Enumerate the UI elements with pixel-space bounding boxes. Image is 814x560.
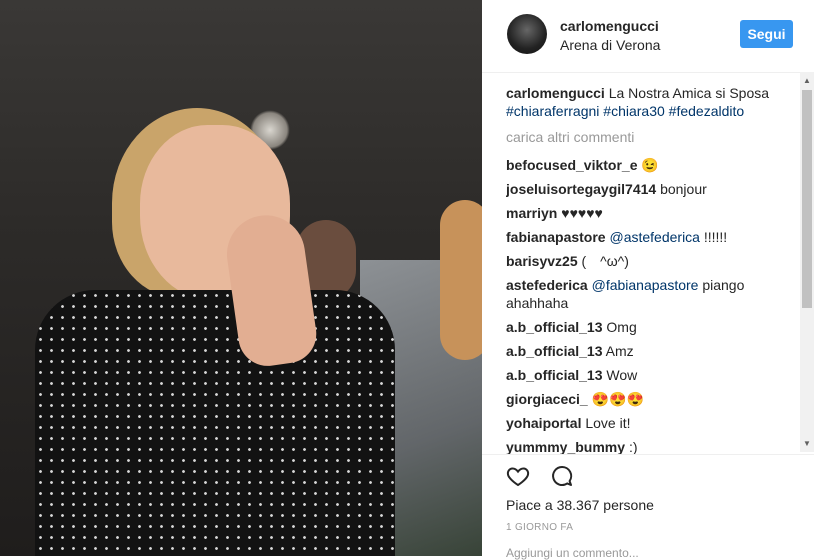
comment-row: a.b_official_13 Wow [506,366,796,384]
comment-username[interactable]: a.b_official_13 [506,319,603,335]
caption-username[interactable]: carlomengucci [506,85,605,101]
comment-row: fabianapastore @astefederica !!!!!! [506,228,796,246]
scrollbar-thumb[interactable] [802,90,812,308]
comment-row: marriyn ♥♥♥♥♥ [506,204,796,222]
comment-username[interactable]: fabianapastore [506,229,606,245]
avatar[interactable] [507,14,547,54]
hashtag[interactable]: #fedezaldito [669,103,745,119]
hashtag[interactable]: #chiaraferragni [506,103,599,119]
comment-text: 😉 [641,157,659,173]
comment-row: befocused_viktor_e 😉 [506,156,796,174]
likes-count[interactable]: Piace a 38.367 persone [506,497,654,513]
comment-text: bonjour [660,181,707,197]
scroll-down-arrow-icon[interactable]: ▼ [800,436,814,450]
comment-row: a.b_official_13 Amz [506,342,796,360]
comment-row: yohaiportal Love it! [506,414,796,432]
comment-username[interactable]: yummmy_bummy [506,439,625,455]
comment-text: ( ^ω^) [581,253,629,269]
comment-mention[interactable]: @astefederica [609,229,699,245]
divider [482,454,814,455]
post-caption: carlomengucci La Nostra Amica si Sposa #… [506,84,796,120]
comment-username[interactable]: joseluisortegaygil7414 [506,181,656,197]
post-timestamp: 1 GIORNO FA [506,522,574,533]
post-actions [504,462,576,490]
comment-username[interactable]: yohaiportal [506,415,581,431]
comment-row: astefederica @fabianapastore piango ahah… [506,276,796,312]
scroll-up-arrow-icon[interactable]: ▲ [800,73,814,87]
hashtag[interactable]: #chiara30 [603,103,665,119]
follow-button[interactable]: Segui [740,20,793,48]
comment-username[interactable]: barisyvz25 [506,253,578,269]
comment-icon[interactable] [548,462,576,490]
comment-username[interactable]: befocused_viktor_e [506,157,638,173]
subject-jacket [35,290,395,556]
comment-text: !!!!!! [699,229,728,245]
load-more-comments-link[interactable]: carica altri commenti [506,128,796,146]
post-header: carlomengucci Arena di Verona Segui [482,0,814,73]
background-person-right [440,200,482,360]
heart-icon[interactable] [504,462,532,490]
post-photo[interactable] [0,0,482,556]
comment-text: :) [628,439,638,455]
comment-row: joseluisortegaygil7414 bonjour [506,180,796,198]
post-location[interactable]: Arena di Verona [560,37,660,53]
comment-username[interactable]: a.b_official_13 [506,343,603,359]
comments-list[interactable]: carlomengucci La Nostra Amica si Sposa #… [506,84,796,456]
comment-row: a.b_official_13 Omg [506,318,796,336]
comment-row: barisyvz25 ( ^ω^) [506,252,796,270]
comment-text: Omg [606,319,637,335]
comment-username[interactable]: a.b_official_13 [506,367,603,383]
add-comment-input[interactable]: Aggiungi un commento... [506,546,639,560]
post-sidebar: carlomengucci Arena di Verona Segui carl… [482,0,814,560]
comment-text: Wow [606,367,638,383]
comment-text: Love it! [585,415,631,431]
caption-text: La Nostra Amica si Sposa [608,85,770,101]
comment-username[interactable]: marriyn [506,205,557,221]
comment-row: giorgiaceci_ 😍😍😍 [506,390,796,408]
comment-text: Amz [605,343,634,359]
comment-text: 😍😍😍 [591,391,644,407]
comment-username[interactable]: giorgiaceci_ [506,391,588,407]
post-username[interactable]: carlomengucci [560,18,659,34]
comment-username[interactable]: astefederica [506,277,588,293]
comment-mention[interactable]: @fabianapastore [592,277,699,293]
comment-text: ♥♥♥♥♥ [561,205,603,221]
